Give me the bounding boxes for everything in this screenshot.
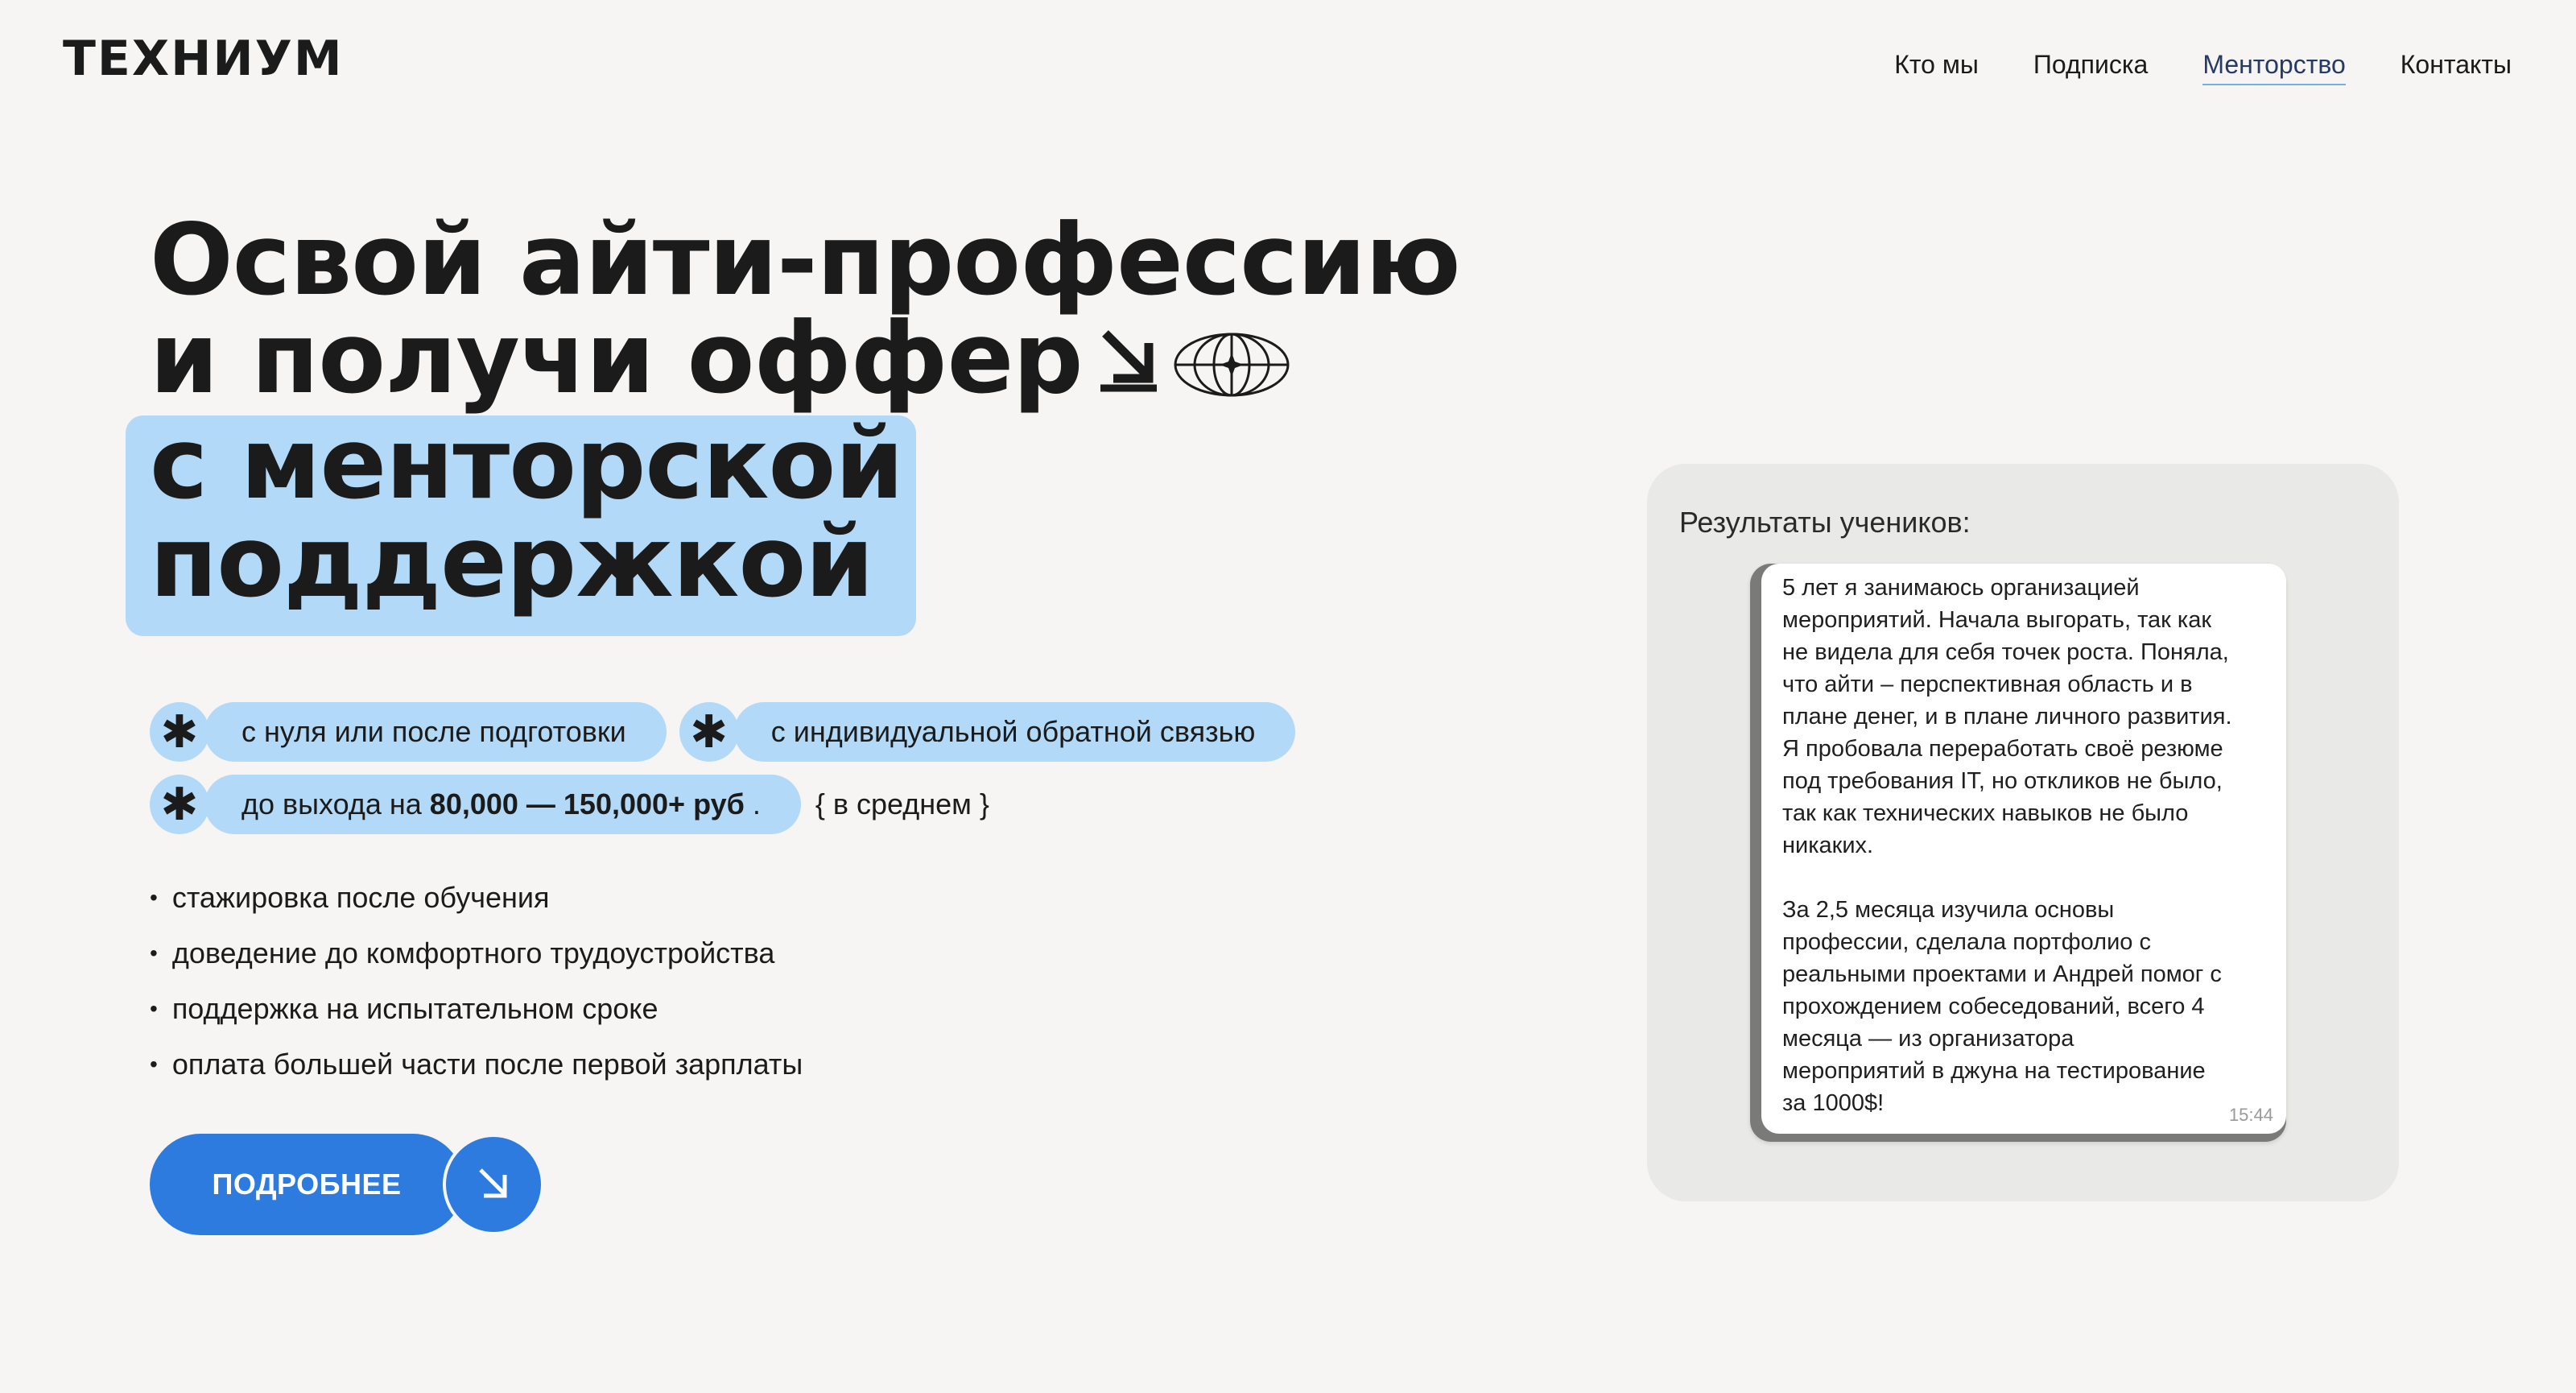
more-details-button[interactable]: ПОДРОБНЕЕ (150, 1134, 464, 1235)
asterisk-icon: ✱ (150, 702, 209, 762)
hero-title-line-1: Освой айти-профессию (150, 203, 1461, 317)
salary-note: { в среднем } (815, 787, 989, 821)
hero-title: Освой айти-профессию и получи оффер с ме… (150, 203, 1461, 619)
hero-title-line-2: и получи оффер (150, 309, 1460, 415)
feature-row-2: ✱ до выхода на 80,000 — 150,000+ руб. { в… (150, 775, 989, 834)
nav-item-contacts[interactable]: Контакты (2401, 45, 2512, 85)
logo[interactable]: ТЕХНИУМ (63, 31, 344, 87)
nav-item-mentorship[interactable]: Менторство (2202, 45, 2346, 85)
student-results-card: Результаты учеников: 5 лет я занимаюсь о… (1647, 464, 2399, 1201)
list-item: стажировка после обучения (150, 871, 803, 927)
review-message: 5 лет я занимаюсь организацией мероприят… (1761, 564, 2286, 1134)
hero-title-line-2-text: и получи оффер (150, 301, 1084, 415)
nav-item-subscription[interactable]: Подписка (2033, 45, 2148, 85)
review-text: 5 лет я занимаюсь организацией мероприят… (1782, 575, 2232, 1116)
feature-pill-feedback: с индивидуальной обратной связью (733, 702, 1296, 762)
hero-title-line-3: с менторской (150, 406, 904, 521)
list-item: поддержка на испытательном сроке (150, 982, 803, 1038)
main-nav: Кто мы Подписка Менторство Контакты (1894, 45, 2512, 85)
results-title: Результаты учеников: (1679, 506, 1971, 539)
asterisk-icon: ✱ (150, 775, 209, 834)
salary-range: 80,000 — 150,000+ руб (429, 787, 745, 821)
arrow-down-right-icon (479, 1168, 507, 1198)
feature-pill-from-scratch: с нуля или после подготовки (204, 702, 667, 762)
review-screenshot: 5 лет я занимаюсь организацией мероприят… (1750, 564, 2286, 1142)
feature-row-1: ✱ с нуля или после подготовки ✱ с индиви… (150, 702, 1296, 762)
globe-icon (1173, 316, 1290, 415)
feature-pill-salary: до выхода на 80,000 — 150,000+ руб. (204, 775, 801, 834)
review-timestamp: 15:44 (2228, 1105, 2273, 1125)
asterisk-icon: ✱ (679, 702, 739, 762)
arrow-down-right-icon (1089, 316, 1166, 415)
nav-item-who-we-are[interactable]: Кто мы (1894, 45, 1979, 85)
list-item: оплата большей части после первой зарпла… (150, 1038, 803, 1093)
hero-title-line-4: поддержкой (150, 504, 874, 619)
cta-group: ПОДРОБНЕЕ (150, 1134, 544, 1235)
benefits-list: стажировка после обучения доведение до к… (150, 871, 803, 1093)
cta-arrow-button[interactable] (443, 1134, 544, 1235)
list-item: доведение до комфортного трудоустройства (150, 927, 803, 982)
